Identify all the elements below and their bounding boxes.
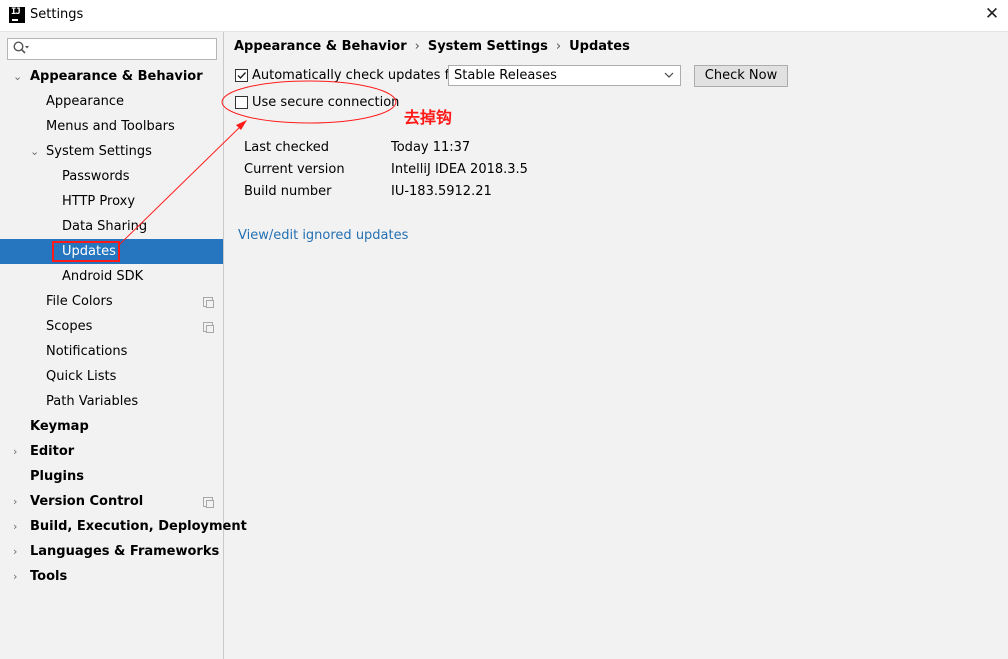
annotation-arrow-line [119, 123, 244, 245]
annotation-arrowhead [236, 120, 247, 130]
annotation-overlay [119, 80, 397, 245]
annotation-ellipse [221, 80, 397, 124]
